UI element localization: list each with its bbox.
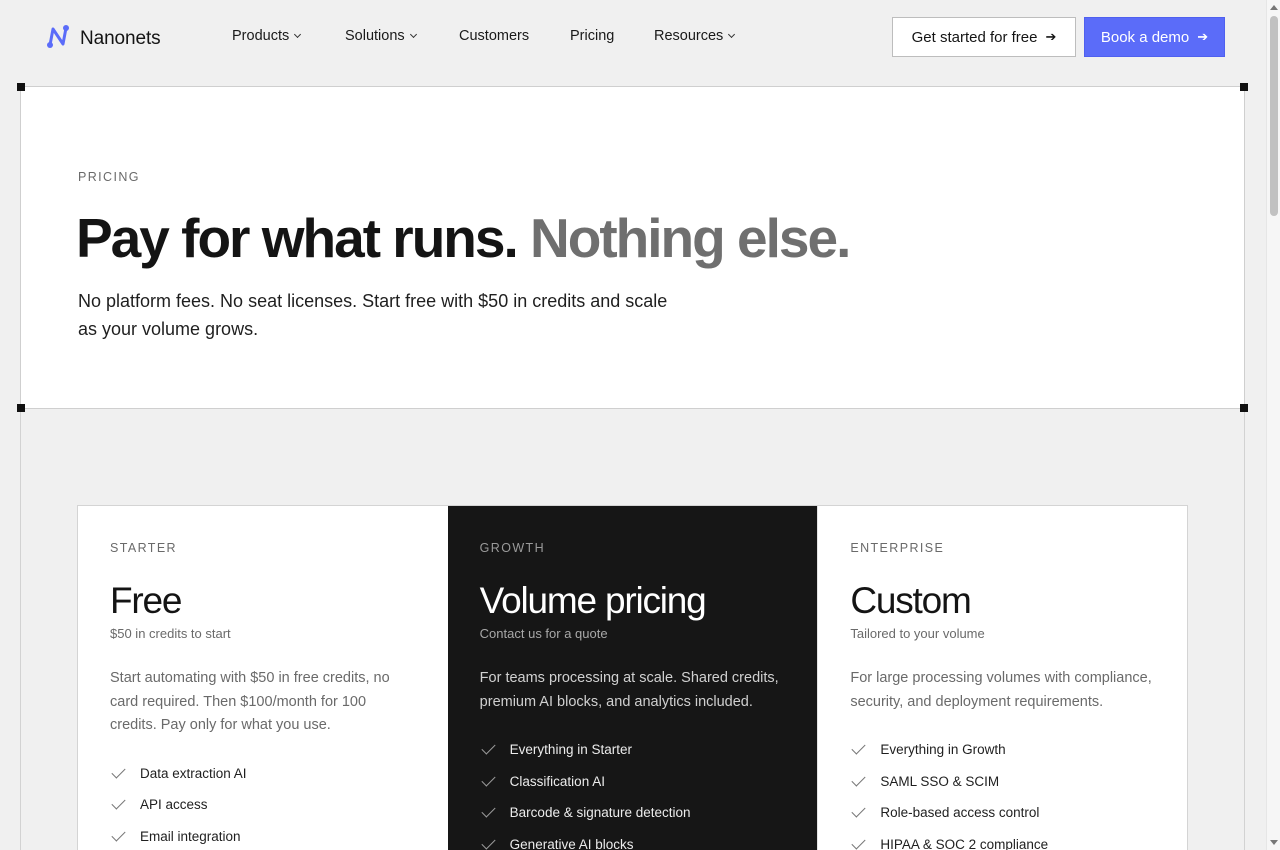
plan-price: Free xyxy=(110,580,182,621)
plan-card-starter: STARTER Free $50 in credits to start Sta… xyxy=(78,506,448,850)
plan-description: Start automating with $50 in free credit… xyxy=(110,670,390,733)
chevron-down-icon xyxy=(728,30,736,39)
feature-label: Everything in Growth xyxy=(880,742,1006,758)
plan-tier: ENTERPRISE xyxy=(850,541,945,555)
plan-price: Volume pricing xyxy=(479,580,707,621)
plan-note: Tailored to your volume xyxy=(850,626,985,641)
feature-item: SAML SSO & SCIM xyxy=(850,766,1155,798)
check-icon xyxy=(111,764,126,779)
headline-muted: Nothing else. xyxy=(530,207,851,269)
nav-item-solutions[interactable]: Solutions xyxy=(345,28,459,44)
headline-main: Pay for what runs. xyxy=(76,207,519,269)
page-title: Pay for what runs. Nothing else. xyxy=(76,205,851,271)
nav-item-customers[interactable]: Customers xyxy=(459,28,570,44)
plan-description: For teams processing at scale. Shared cr… xyxy=(479,670,779,710)
check-icon xyxy=(851,803,866,818)
feature-label: API access xyxy=(140,797,208,813)
plan-note: Contact us for a quote xyxy=(479,626,608,641)
plan-description: For large processing volumes with compli… xyxy=(850,670,1152,710)
check-icon xyxy=(851,772,866,787)
nanonets-logo-icon xyxy=(45,23,71,55)
feature-item: API access xyxy=(110,789,416,821)
nav-item-label: Customers xyxy=(459,28,530,44)
feature-item: Everything in Starter xyxy=(480,734,786,766)
nav-item-products[interactable]: Products xyxy=(232,28,345,44)
check-icon xyxy=(111,827,126,842)
nav-item-label: Pricing xyxy=(570,28,615,44)
feature-label: Role-based access control xyxy=(880,805,1040,821)
selection-handle[interactable] xyxy=(17,83,25,91)
feature-list: Everything in Starter Classification AI … xyxy=(480,734,786,850)
nav-item-label: Resources xyxy=(654,28,724,44)
scroll-up-arrow-icon[interactable] xyxy=(1270,5,1278,10)
plan-card-enterprise: ENTERPRISE Custom Tailored to your volum… xyxy=(817,506,1187,850)
nav-item-pricing[interactable]: Pricing xyxy=(570,28,654,44)
main-menu: Products Solutions Customers Pricing Res… xyxy=(232,28,736,44)
scroll-down-arrow-icon[interactable] xyxy=(1270,840,1278,845)
plan-price: Custom xyxy=(850,580,971,621)
check-icon xyxy=(481,772,496,787)
feature-item: Classification AI xyxy=(480,766,786,798)
top-navigation: Nanonets Products Solutions Customers Pr… xyxy=(0,0,1266,74)
feature-label: Barcode & signature detection xyxy=(509,805,691,821)
nav-item-label: Products xyxy=(232,28,290,44)
feature-label: SAML SSO & SCIM xyxy=(880,773,1000,789)
feature-item: Everything in Growth xyxy=(850,734,1155,766)
book-demo-button[interactable]: Book a demo ➔ xyxy=(1084,17,1225,57)
feature-item: Barcode & signature detection xyxy=(480,797,786,829)
check-icon xyxy=(481,835,496,850)
scrollbar-thumb[interactable] xyxy=(1270,16,1278,216)
get-started-label: Get started for free xyxy=(911,28,1038,46)
feature-label: Data extraction AI xyxy=(140,765,247,781)
feature-label: HIPAA & SOC 2 compliance xyxy=(880,836,1049,850)
brand-name: Nanonets xyxy=(80,28,161,49)
feature-label: Generative AI blocks xyxy=(509,836,634,850)
feature-list: Data extraction AI API access Email inte… xyxy=(110,758,416,850)
selection-handle[interactable] xyxy=(1240,83,1248,91)
check-icon xyxy=(851,740,866,755)
plan-card-growth: GROWTH Volume pricing Contact us for a q… xyxy=(447,506,818,850)
brand-logo[interactable]: Nanonets xyxy=(45,23,161,55)
feature-label: Classification AI xyxy=(509,773,605,789)
check-icon xyxy=(111,795,126,810)
feature-item: Generative AI blocks xyxy=(480,829,786,850)
get-started-button[interactable]: Get started for free ➔ xyxy=(892,17,1076,57)
feature-label: Email integration xyxy=(140,828,241,844)
feature-item: Email integration xyxy=(110,821,416,850)
plan-note: $50 in credits to start xyxy=(110,626,231,641)
hero-section: PRICING Pay for what runs. Nothing else.… xyxy=(20,86,1245,409)
feature-item: Data extraction AI xyxy=(110,758,416,790)
check-icon xyxy=(481,740,496,755)
chevron-down-icon xyxy=(294,30,302,39)
pricing-plans: STARTER Free $50 in credits to start Sta… xyxy=(77,505,1188,850)
check-icon xyxy=(851,835,866,850)
feature-item: Role-based access control xyxy=(850,797,1155,829)
vertical-scrollbar[interactable] xyxy=(1266,0,1280,850)
chevron-down-icon xyxy=(409,30,417,39)
feature-label: Everything in Starter xyxy=(509,742,632,758)
book-demo-label: Book a demo xyxy=(1100,28,1190,46)
selection-handle[interactable] xyxy=(17,404,25,412)
arrow-right-icon: ➔ xyxy=(1045,29,1057,44)
plan-tier: STARTER xyxy=(110,541,177,555)
nav-item-resources[interactable]: Resources xyxy=(654,28,736,44)
check-icon xyxy=(481,803,496,818)
feature-list: Everything in Growth SAML SSO & SCIM Rol… xyxy=(850,734,1155,850)
nav-item-label: Solutions xyxy=(345,28,405,44)
feature-item: HIPAA & SOC 2 compliance xyxy=(850,829,1155,850)
plan-tier: GROWTH xyxy=(479,541,546,555)
hero-subtitle: No platform fees. No seat licenses. Star… xyxy=(78,291,668,339)
selection-handle[interactable] xyxy=(1240,404,1248,412)
arrow-right-icon: ➔ xyxy=(1197,29,1209,44)
hero-eyebrow: PRICING xyxy=(78,170,140,184)
